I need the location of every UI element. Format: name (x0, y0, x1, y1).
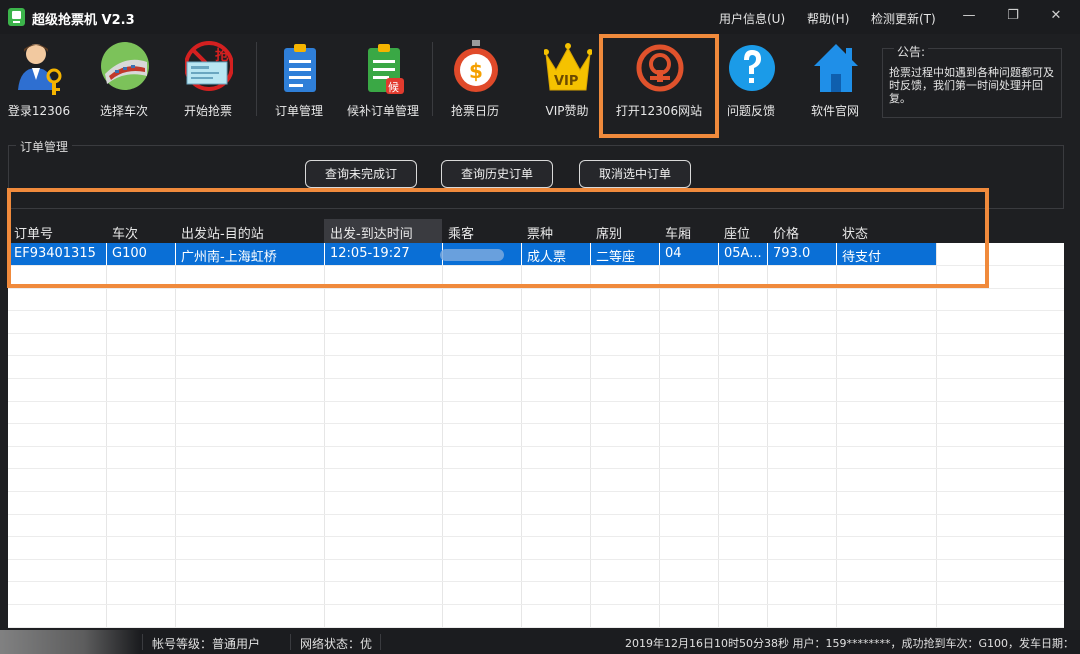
toolbar-select-train-button[interactable]: 选择车次 (89, 38, 159, 122)
svg-text:VIP: VIP (554, 74, 578, 89)
cancel-selected-button[interactable]: 取消选中订单 (579, 160, 691, 188)
svg-text:抢: 抢 (215, 47, 230, 64)
grid-line (836, 243, 837, 627)
toolbar-website-label: 软件官网 (810, 104, 859, 118)
grid-line (106, 243, 107, 627)
grid-row-line (8, 513, 1064, 515)
grid-row-line (8, 423, 1064, 425)
notice-title: 公告: (894, 43, 929, 60)
grid-line (175, 243, 176, 627)
toolbar-waitlist-label: 候补订单管理 (346, 104, 419, 118)
toolbar-calendar-button[interactable]: $ 抢票日历 (440, 38, 510, 122)
grid-line (590, 243, 591, 627)
grid-row-line (8, 558, 1064, 560)
grid-row-line (8, 310, 1064, 312)
app-logo-icon (8, 8, 25, 26)
toolbar-website-button[interactable]: 软件官网 (800, 38, 870, 122)
grid-line (936, 243, 937, 627)
grid-row-line (8, 355, 1064, 357)
query-unfinished-button[interactable]: 查询未完成订 (305, 160, 417, 188)
order-group-title: 订单管理 (16, 138, 73, 155)
close-icon[interactable]: ✕ (1045, 6, 1067, 26)
minimize-icon[interactable]: — (958, 6, 980, 26)
grid-line (442, 243, 443, 627)
grid-row-line (8, 536, 1064, 538)
toolbar-login-button[interactable]: 登录12306 (4, 38, 74, 122)
status-divider (142, 634, 143, 650)
stopwatch-dollar-icon: $ (454, 40, 498, 92)
grid-line (767, 243, 768, 627)
toolbar-start-label: 开始抢票 (183, 104, 232, 118)
question-icon (729, 45, 775, 91)
grid-line (521, 243, 522, 627)
waitlist-order-icon: 候 (368, 44, 404, 94)
ticket-grab-icon: 抢 (185, 41, 233, 91)
grid-row-line (8, 378, 1064, 379)
title-bar: 超级抢票机 V2.3 用户信息(U) 帮助(H) 检测更新(T) — ❐ ✕ (0, 0, 1080, 34)
grid-row-line (8, 581, 1064, 583)
train-icon (101, 42, 149, 90)
toolbar-feedback-button[interactable]: 问题反馈 (716, 38, 786, 122)
grid-line (659, 243, 660, 627)
grid-row-line (8, 400, 1064, 402)
toolbar-orders-label: 订单管理 (274, 104, 323, 118)
toolbar-select-train-label: 选择车次 (99, 104, 148, 118)
svg-text:候: 候 (388, 80, 399, 94)
network-status: 网络状态：优 (300, 637, 373, 651)
toolbar-calendar-label: 抢票日历 (450, 104, 499, 118)
toolbar-orders-button[interactable]: 订单管理 (264, 38, 334, 122)
menu-user-info[interactable]: 用户信息(U) (719, 10, 785, 27)
vip-crown-icon: VIP (544, 43, 592, 91)
notice-text: 抢票过程中如遇到各种问题都可及时反馈，我们第一时间处理并回复。 (889, 66, 1054, 105)
menu-help[interactable]: 帮助(H) (807, 10, 849, 27)
toolbar-vip-button[interactable]: VIP VIP赞助 (532, 38, 602, 122)
grid-line (718, 243, 719, 627)
highlight-open-12306 (599, 34, 719, 138)
query-history-button[interactable]: 查询历史订单 (441, 160, 553, 188)
status-redacted-area (0, 630, 140, 654)
user-key-icon (18, 44, 62, 95)
grid-line (324, 243, 325, 627)
grid-row-line (8, 491, 1064, 492)
status-divider (290, 634, 291, 650)
toolbar-start-button[interactable]: 抢 开始抢票 (173, 38, 243, 122)
menu-check-update[interactable]: 检测更新(T) (871, 10, 936, 27)
svg-text:$: $ (469, 59, 483, 83)
grid-row-line (8, 332, 1064, 334)
toolbar-login-label: 登录12306 (7, 104, 71, 118)
grid-row-line (8, 445, 1064, 447)
grid-row-line (8, 468, 1064, 470)
home-icon (814, 44, 858, 92)
grid-row-line (8, 626, 1064, 628)
toolbar-waitlist-button[interactable]: 候 候补订单管理 (347, 38, 419, 122)
app-title: 超级抢票机 V2.3 (32, 13, 135, 28)
restore-icon[interactable]: ❐ (1002, 6, 1024, 26)
status-divider (380, 634, 381, 650)
grid-row-line (8, 604, 1064, 605)
status-info: 2019年12月16日10时50分38秒 用户：159********，成功抢到… (625, 637, 1074, 650)
highlight-order-row (7, 188, 989, 288)
account-level: 帐号等级：普通用户 (152, 637, 261, 651)
status-bar: 帐号等级：普通用户 网络状态：优 2019年12月16日10时50分38秒 用户… (0, 630, 1080, 654)
order-list-icon (284, 44, 316, 92)
toolbar-feedback-label: 问题反馈 (726, 104, 775, 118)
